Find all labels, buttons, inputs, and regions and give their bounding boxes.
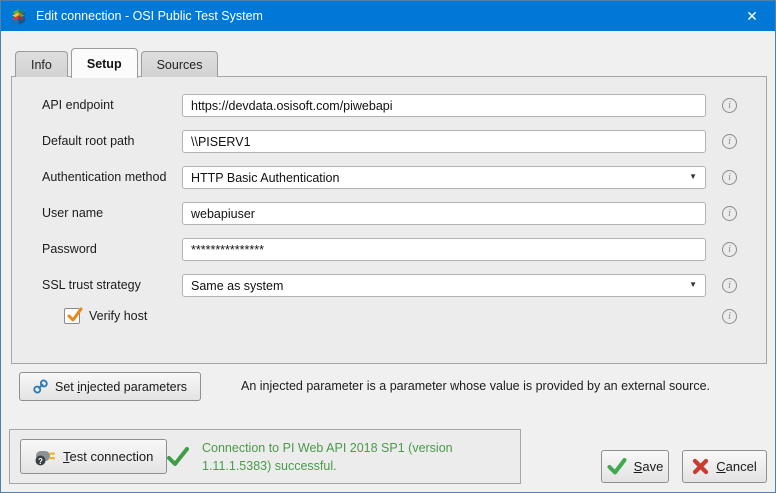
setup-tab-panel: API endpoint i Default root path i Authe… (11, 76, 767, 364)
close-button[interactable]: ✕ (729, 1, 775, 31)
user-name-input[interactable] (182, 202, 706, 225)
test-connection-group: ? Test connection Connection to PI Web A… (9, 429, 521, 484)
password-input[interactable] (182, 238, 706, 261)
info-icon[interactable]: i (722, 98, 737, 113)
verify-host-row: Verify host (64, 308, 147, 324)
api-endpoint-label: API endpoint (42, 94, 114, 117)
authentication-method-select[interactable]: HTTP Basic Authentication ▼ (182, 166, 706, 189)
default-root-path-input[interactable] (182, 130, 706, 153)
tab-info[interactable]: Info (15, 51, 68, 77)
verify-host-checkbox[interactable] (64, 308, 80, 324)
cancel-button[interactable]: Cancel (682, 450, 767, 483)
injected-parameter-description: An injected parameter is a parameter who… (241, 372, 710, 401)
info-icon[interactable]: i (722, 170, 737, 185)
save-check-icon (607, 458, 627, 475)
tab-strip: Info Setup Sources (15, 47, 221, 77)
info-icon[interactable]: i (722, 206, 737, 221)
checkmark-icon (66, 306, 84, 324)
set-injected-parameters-button[interactable]: Set injected parameters (19, 372, 201, 401)
tab-sources[interactable]: Sources (141, 51, 219, 77)
info-icon[interactable]: i (722, 278, 737, 293)
verify-host-label: Verify host (89, 309, 147, 323)
window-title: Edit connection - OSI Public Test System (36, 9, 263, 23)
api-endpoint-input[interactable] (182, 94, 706, 117)
default-root-path-label: Default root path (42, 130, 134, 153)
close-icon: ✕ (746, 8, 758, 25)
ssl-trust-strategy-select[interactable]: Same as system ▼ (182, 274, 706, 297)
chevron-down-icon: ▼ (689, 280, 697, 289)
edit-connection-dialog: Edit connection - OSI Public Test System… (0, 0, 776, 493)
authentication-method-label: Authentication method (42, 166, 166, 189)
ssl-trust-strategy-label: SSL trust strategy (42, 274, 141, 297)
link-icon (33, 379, 48, 394)
save-button[interactable]: Save (601, 450, 669, 483)
test-connection-button[interactable]: ? Test connection (20, 439, 167, 474)
info-icon[interactable]: i (722, 309, 737, 324)
plug-test-icon: ? (34, 447, 56, 467)
success-check-icon (166, 447, 190, 467)
title-bar: Edit connection - OSI Public Test System (1, 1, 775, 31)
cancel-x-icon (692, 458, 709, 475)
info-icon[interactable]: i (722, 134, 737, 149)
tab-setup[interactable]: Setup (71, 48, 138, 78)
app-icon (10, 8, 27, 25)
user-name-label: User name (42, 202, 103, 225)
chevron-down-icon: ▼ (689, 172, 697, 181)
svg-text:?: ? (38, 456, 43, 465)
info-icon[interactable]: i (722, 242, 737, 257)
password-label: Password (42, 238, 97, 261)
connection-status-message: Connection to PI Web API 2018 SP1 (versi… (202, 440, 514, 475)
